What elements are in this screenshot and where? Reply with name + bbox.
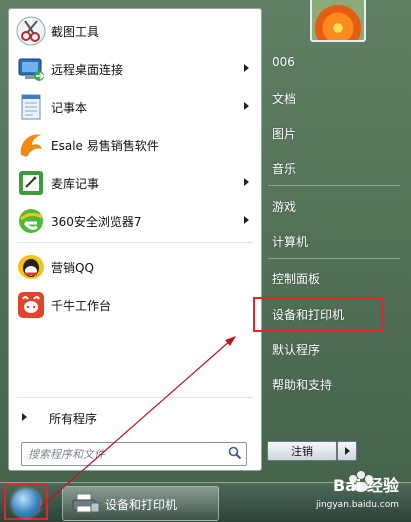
windows-logo-icon <box>12 489 40 517</box>
program-item-qianniu[interactable]: 千牛工作台 <box>9 287 261 323</box>
submenu-arrow-icon <box>244 216 249 224</box>
program-item-remote-desktop[interactable]: 远程桌面连接 <box>9 51 261 87</box>
program-item-notepad[interactable]: 记事本 <box>9 89 261 125</box>
program-label: 截图工具 <box>51 25 100 39</box>
submenu-arrow-icon <box>244 102 249 110</box>
watermark-url: jingyan.baidu.com <box>315 500 399 510</box>
program-item-maiku-notes[interactable]: 麦库记事 <box>9 165 261 201</box>
memo-icon <box>19 171 43 195</box>
program-label: 远程桌面连接 <box>51 63 124 77</box>
logoff-button[interactable]: 注销 <box>267 441 337 461</box>
user-account-picture[interactable] <box>310 0 366 42</box>
programs-pane: 截图工具 远程桌面连接 记事本 Esale 易售销售软件 麦库记事 360安全浏… <box>8 8 262 471</box>
right-item-documents[interactable]: 文档 <box>272 90 296 107</box>
right-item-music[interactable]: 音乐 <box>272 160 296 177</box>
right-item-default-programs[interactable]: 默认程序 <box>272 341 320 358</box>
submenu-arrow-icon <box>244 64 249 72</box>
scissors-icon <box>16 16 46 46</box>
chevron-right-icon <box>22 413 27 421</box>
program-label: 营销QQ <box>51 261 94 275</box>
right-item-control-panel[interactable]: 控制面板 <box>272 270 320 287</box>
taskbar-item-devices-and-printers[interactable]: 设备和打印机 <box>62 486 219 521</box>
right-item-computer[interactable]: 计算机 <box>272 233 308 250</box>
search-input[interactable] <box>26 445 220 463</box>
watermark-brand: Bai 经验 <box>332 476 399 495</box>
right-item-devices-and-printers[interactable]: 设备和打印机 <box>272 306 344 323</box>
right-separator <box>268 185 400 186</box>
right-item-games[interactable]: 游戏 <box>272 198 296 215</box>
start-button[interactable] <box>4 484 48 520</box>
shutdown-options-arrow-button[interactable] <box>337 441 357 461</box>
all-programs-label: 所有程序 <box>49 412 98 426</box>
right-item-user-folder[interactable]: 006 <box>272 55 295 69</box>
program-label: 千牛工作台 <box>51 299 112 313</box>
program-label: 360安全浏览器7 <box>51 215 142 229</box>
search-box[interactable] <box>21 442 247 466</box>
program-list: 截图工具 远程桌面连接 记事本 Esale 易售销售软件 麦库记事 360安全浏… <box>9 9 261 397</box>
printer-icon <box>72 493 100 513</box>
qianniu-icon <box>18 292 44 318</box>
right-item-help-and-support[interactable]: 帮助和支持 <box>272 376 332 393</box>
program-label: Esale 易售销售软件 <box>51 139 159 153</box>
program-label: 麦库记事 <box>51 177 100 191</box>
program-item-marketing-qq[interactable]: 营销QQ <box>9 249 261 285</box>
program-separator <box>17 242 253 243</box>
browser-360-icon <box>19 209 43 233</box>
esale-icon <box>20 134 42 157</box>
right-item-pictures[interactable]: 图片 <box>272 125 296 142</box>
program-item-snipping-tool[interactable]: 截图工具 <box>9 13 261 49</box>
program-item-360-browser[interactable]: 360安全浏览器7 <box>9 203 261 239</box>
program-label: 记事本 <box>51 101 88 115</box>
program-item-esale[interactable]: Esale 易售销售软件 <box>9 127 261 163</box>
all-programs-button[interactable]: 所有程序 <box>9 404 261 430</box>
all-programs-separator <box>17 397 253 398</box>
notepad-icon <box>21 94 41 120</box>
qq-icon <box>18 255 44 279</box>
remote-desktop-icon <box>18 58 45 81</box>
search-icon[interactable] <box>228 446 242 460</box>
right-separator <box>268 258 400 259</box>
taskbar-item-label: 设备和打印机 <box>105 498 178 512</box>
submenu-arrow-icon <box>244 178 249 186</box>
start-menu: 截图工具 远程桌面连接 记事本 Esale 易售销售软件 麦库记事 360安全浏… <box>0 0 411 482</box>
